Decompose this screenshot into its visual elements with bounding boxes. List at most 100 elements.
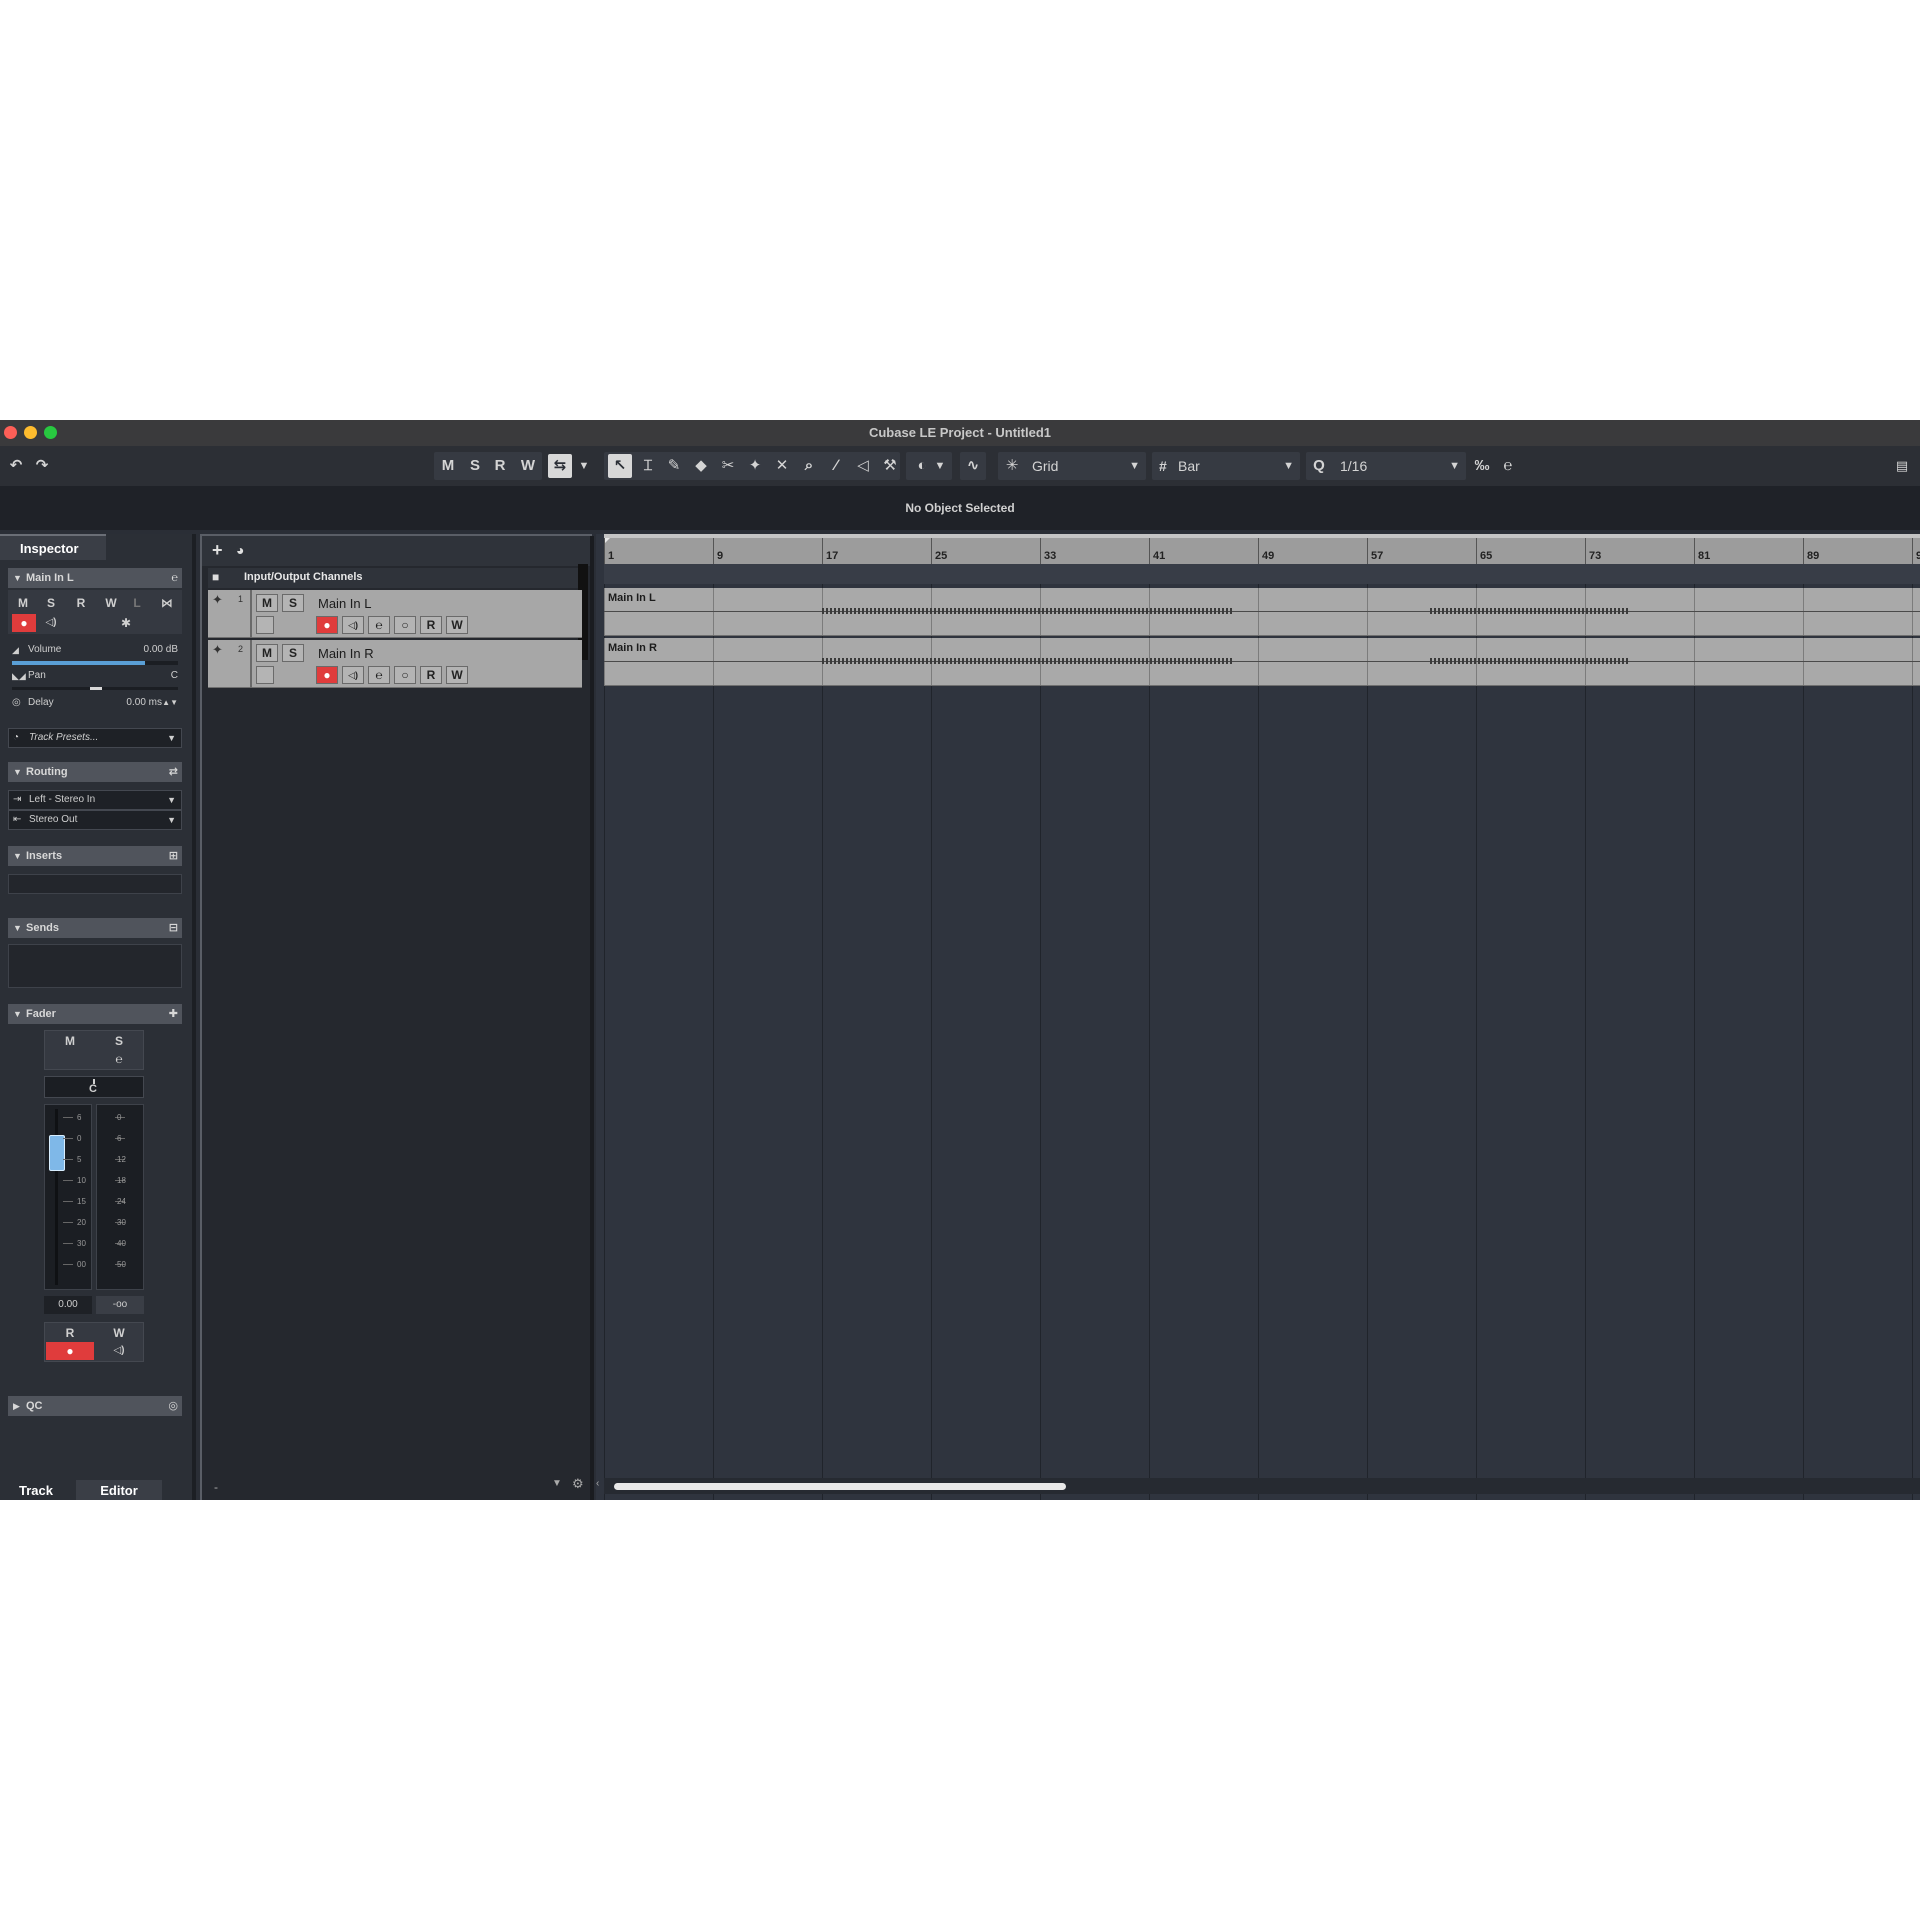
volume-fader[interactable]: 6 0 5 10 15 20 30 00 (44, 1104, 92, 1290)
meter-peak-value[interactable]: -oo (96, 1296, 144, 1314)
track-lock-button[interactable] (256, 616, 274, 634)
track-list-menu-icon[interactable]: ▼ (552, 1478, 562, 1489)
erase-tool-icon[interactable]: ◆ (689, 454, 713, 478)
qc-section-header[interactable]: ▶ QC ◎ (8, 1396, 182, 1416)
write-automation-button[interactable]: W (516, 454, 540, 478)
track-solo-button[interactable]: S (282, 644, 304, 662)
split-tool-icon[interactable]: ✂ (716, 454, 740, 478)
fader-read-button[interactable]: R (46, 1324, 94, 1342)
color-tool-icon[interactable]: ⚒ (878, 454, 902, 478)
track-tab[interactable]: Track (0, 1480, 72, 1500)
settings-gear-icon[interactable]: ⚙ (572, 1476, 584, 1492)
record-enable-icon[interactable]: ● (12, 614, 36, 632)
object-selection-tool-icon[interactable]: ↖ (608, 454, 632, 478)
stepper-icon[interactable]: ▲▼ (162, 693, 178, 713)
sends-bypass-icon[interactable]: ⊟ (169, 918, 178, 938)
track-record-icon[interactable]: ● (316, 616, 338, 634)
folder-track[interactable]: ■ Input/Output Channels (208, 568, 582, 588)
color-palette-icon[interactable]: ◐ (910, 454, 934, 478)
mute-tool-icon[interactable]: ✕ (770, 454, 794, 478)
fader-cap[interactable] (49, 1135, 65, 1171)
audio-event-2[interactable]: Main In R (604, 638, 1920, 686)
track-name[interactable]: Main In R (318, 646, 374, 661)
fader-write-button[interactable]: W (96, 1324, 142, 1342)
add-track-icon[interactable]: + (212, 540, 223, 561)
inspector-write-button[interactable]: W (98, 594, 124, 612)
freeze-icon[interactable]: ⋈ (156, 594, 178, 612)
window-layout-icon[interactable]: ▤ (1890, 454, 1914, 478)
fader-monitor-icon[interactable]: ◁) (96, 1342, 142, 1360)
event-display[interactable]: 1 9 17 25 33 41 49 57 65 73 81 89 9 Main In L Main I… (596, 534, 1920, 1500)
track-row-2[interactable]: ✦ 2 M S Main In R ● ◁) ℮ ○ R W (208, 640, 582, 688)
track-write-button[interactable]: W (446, 666, 468, 684)
track-timebase-icon[interactable]: ○ (394, 616, 416, 634)
timeline-ruler[interactable]: 1 9 17 25 33 41 49 57 65 73 81 89 9 (604, 534, 1920, 568)
pan-row[interactable]: ◣◢ Pan C (8, 666, 182, 686)
audio-event-1[interactable]: Main In L (604, 588, 1920, 636)
horizontal-scrollbar[interactable] (604, 1478, 1920, 1494)
fader-solo-button[interactable]: S (96, 1032, 142, 1050)
delay-row[interactable]: ◎ Delay 0.00 ms ▲▼ (8, 693, 182, 713)
track-monitor-icon[interactable]: ◁) (342, 666, 364, 684)
zoom-tool-icon[interactable]: ⌕ (797, 454, 821, 478)
inserts-bypass-icon[interactable]: ⊞ (169, 846, 178, 866)
inspector-tab[interactable]: Inspector (0, 534, 106, 560)
inspector-track-header[interactable]: ▼ Main In L ℮ (8, 568, 182, 588)
glue-tool-icon[interactable]: ✦ (743, 454, 767, 478)
grid-type-select[interactable]: # Bar ▼ (1156, 455, 1298, 477)
quantize-icon[interactable]: Q (1307, 454, 1331, 478)
quantize-link-icon[interactable]: ℮ (1496, 454, 1520, 478)
track-lock-button[interactable] (256, 666, 274, 684)
draw-tool-icon[interactable]: ✎ (662, 454, 686, 478)
track-presets-select[interactable]: ◔ Track Presets... ▼ (8, 728, 182, 748)
track-read-button[interactable]: R (420, 616, 442, 634)
sends-slot[interactable] (8, 944, 182, 988)
scroll-left-icon[interactable]: ‹ (596, 1478, 604, 1494)
track-row-1[interactable]: ✦ 1 M S Main In L ● ◁) ℮ ○ R W (208, 590, 582, 638)
mute-button[interactable]: M (436, 454, 460, 478)
track-record-icon[interactable]: ● (316, 666, 338, 684)
line-tool-icon[interactable]: ∕ (824, 454, 848, 478)
quantize-preset-select[interactable]: 1/16 ▼ (1332, 455, 1464, 477)
track-edit-icon[interactable]: ℮ (368, 666, 390, 684)
edit-channel-icon[interactable]: ℮ (171, 568, 178, 588)
volume-row[interactable]: ◢ Volume 0.00 dB (8, 640, 182, 660)
track-activity-icon[interactable]: ✱ (116, 614, 136, 632)
input-routing-select[interactable]: ⇥ Left - Stereo In ▼ (8, 790, 182, 810)
track-name[interactable]: Main In L (318, 596, 371, 611)
fader-settings-icon[interactable]: ✚ (169, 1004, 178, 1024)
inspector-solo-button[interactable]: S (40, 594, 62, 612)
sends-section-header[interactable]: ▼ Sends ⊟ (8, 918, 182, 938)
redo-icon[interactable]: ↷ (30, 454, 54, 478)
splitter-handle[interactable] (590, 536, 594, 1500)
track-list-zoom-minus[interactable]: - (214, 1480, 218, 1494)
fader-value[interactable]: 0.00 (44, 1296, 92, 1314)
fader-record-enable-icon[interactable]: ● (46, 1342, 94, 1360)
track-monitor-icon[interactable]: ◁) (342, 616, 364, 634)
output-routing-select[interactable]: ⇤ Stereo Out ▼ (8, 810, 182, 830)
fader-section-header[interactable]: ▼ Fader ✚ (8, 1004, 182, 1024)
scrollbar-thumb[interactable] (614, 1483, 1066, 1490)
play-tool-icon[interactable]: ◁ (851, 454, 875, 478)
qc-icon[interactable]: ◎ (168, 1396, 178, 1416)
volume-slider[interactable] (12, 661, 178, 665)
undo-icon[interactable]: ↶ (4, 454, 28, 478)
track-timebase-icon[interactable]: ○ (394, 666, 416, 684)
monitor-icon[interactable]: ◁) (40, 614, 62, 632)
snap-type-select[interactable]: Grid ▼ (1026, 455, 1144, 477)
autoscroll-dropdown-icon[interactable]: ▼ (576, 454, 592, 478)
snap-toggle-icon[interactable]: ✳ (1000, 454, 1024, 478)
fader-pan[interactable]: C (44, 1076, 144, 1098)
inspector-lock-button[interactable]: L (126, 594, 148, 612)
inspector-read-button[interactable]: R (70, 594, 92, 612)
fader-mute-button[interactable]: M (46, 1032, 94, 1050)
track-mute-button[interactable]: M (256, 594, 278, 612)
solo-button[interactable]: S (463, 454, 487, 478)
inserts-section-header[interactable]: ▼ Inserts ⊞ (8, 846, 182, 866)
track-edit-icon[interactable]: ℮ (368, 616, 390, 634)
track-solo-button[interactable]: S (282, 594, 304, 612)
autoscroll-icon[interactable]: ⇆ (548, 454, 572, 478)
track-options-icon[interactable]: ◕ (236, 542, 244, 558)
inspector-mute-button[interactable]: M (12, 594, 34, 612)
track-mute-button[interactable]: M (256, 644, 278, 662)
